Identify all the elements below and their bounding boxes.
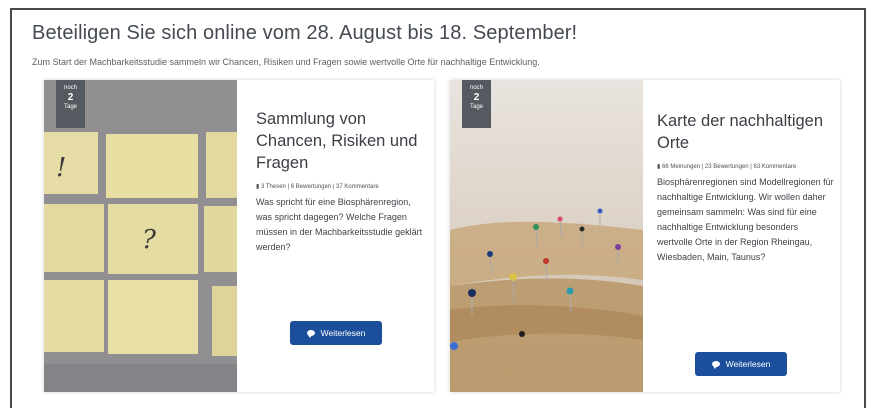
button-label: Weiterlesen <box>320 328 366 338</box>
comments-icon: ▮ <box>256 184 260 190</box>
card-nachhaltige-orte[interactable]: noch 2 Tage Karte der nachhaltigen Orte … <box>450 80 840 392</box>
card-content: Karte der nachhaltigen Orte ▮ 66 Meinung… <box>657 80 835 265</box>
weiterlesen-button[interactable]: Weiterlesen <box>695 352 787 376</box>
card-title[interactable]: Sammlung von Chancen, Risiken und Fragen <box>256 108 426 174</box>
badge-prefix: noch <box>63 85 77 91</box>
card-meta-text: 66 Meinungen | 23 Bewertungen | 63 Komme… <box>661 164 797 170</box>
card-title[interactable]: Karte der nachhaltigen Orte <box>657 110 835 154</box>
comment-icon <box>306 330 315 338</box>
card-chancen-risiken[interactable]: ! ? noch 2 Tage Sammlung von Chancen, Ri… <box>44 80 434 392</box>
badge-suffix: Tage <box>63 104 77 110</box>
button-label: Weiterlesen <box>725 359 771 369</box>
card-description: Biosphärenregionen sind Modellregionen f… <box>657 177 834 262</box>
comment-icon <box>711 361 720 369</box>
page-title: Beteiligen Sie sich online vom 28. Augus… <box>32 22 578 44</box>
card-content: Sammlung von Chancen, Risiken und Fragen… <box>256 80 426 255</box>
comments-icon: ▮ <box>657 164 661 170</box>
badge-number: 2 <box>473 92 480 103</box>
days-left-badge: noch 2 Tage <box>56 80 85 128</box>
card-meta: ▮ 3 Thesen | 6 Bewertungen | 37 Kommenta… <box>256 182 426 193</box>
page-subtitle: Zum Start der Machbarkeitsstudie sammeln… <box>32 57 540 67</box>
question-mark: ? <box>142 225 157 255</box>
card-meta-text: 3 Thesen | 6 Bewertungen | 37 Kommentare <box>260 184 379 190</box>
exclaim-mark: ! <box>56 153 66 183</box>
weiterlesen-button[interactable]: Weiterlesen <box>290 321 382 345</box>
card-description: Was spricht für eine Biosphärenregion, w… <box>256 197 423 252</box>
badge-prefix: noch <box>469 85 483 91</box>
card-meta: ▮ 66 Meinungen | 23 Bewertungen | 63 Kom… <box>657 162 835 173</box>
badge-number: 2 <box>67 92 74 103</box>
days-left-badge: noch 2 Tage <box>462 80 491 128</box>
badge-suffix: Tage <box>469 104 483 110</box>
